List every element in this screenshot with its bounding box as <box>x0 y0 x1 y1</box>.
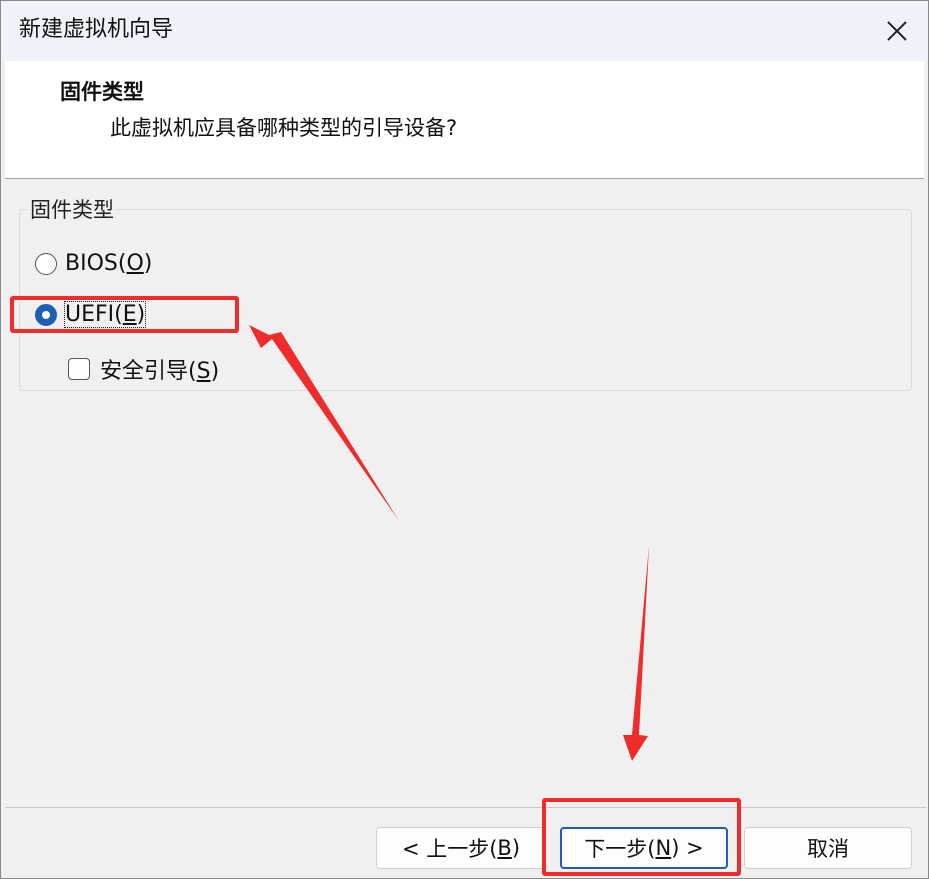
cancel-button[interactable]: 取消 <box>744 827 912 869</box>
secure-boot-checkbox[interactable] <box>68 358 90 380</box>
close-button[interactable] <box>866 1 928 61</box>
page-title: 固件类型 <box>60 80 144 104</box>
bios-label: BIOS(O) <box>65 251 153 276</box>
new-vm-wizard-window: 新建虚拟机向导 固件类型 此虚拟机应具备哪种类型的引导设备? 固件类型 BIOS… <box>0 0 929 879</box>
uefi-label: UEFI(E) <box>63 301 147 328</box>
close-icon <box>887 21 907 41</box>
wizard-header: 固件类型 此虚拟机应具备哪种类型的引导设备? <box>5 61 924 179</box>
window-title: 新建虚拟机向导 <box>19 17 174 42</box>
arrow-to-next <box>623 546 649 761</box>
uefi-radio[interactable] <box>35 303 57 326</box>
bios-radio[interactable] <box>35 252 57 275</box>
title-bar: 新建虚拟机向导 <box>1 1 928 61</box>
back-button[interactable]: < 上一步(B) <box>376 827 546 869</box>
footer-divider <box>5 807 926 808</box>
secure-boot-label: 安全引导(S) <box>100 359 220 384</box>
secure-boot-option[interactable]: 安全引导(S) <box>68 353 219 385</box>
next-button[interactable]: 下一步(N) > <box>560 827 728 869</box>
page-subtitle: 此虚拟机应具备哪种类型的引导设备? <box>110 116 458 140</box>
bios-radio-option[interactable]: BIOS(O) <box>35 251 152 276</box>
firmware-group-label: 固件类型 <box>28 196 116 224</box>
uefi-radio-option[interactable]: UEFI(E) <box>35 301 147 328</box>
